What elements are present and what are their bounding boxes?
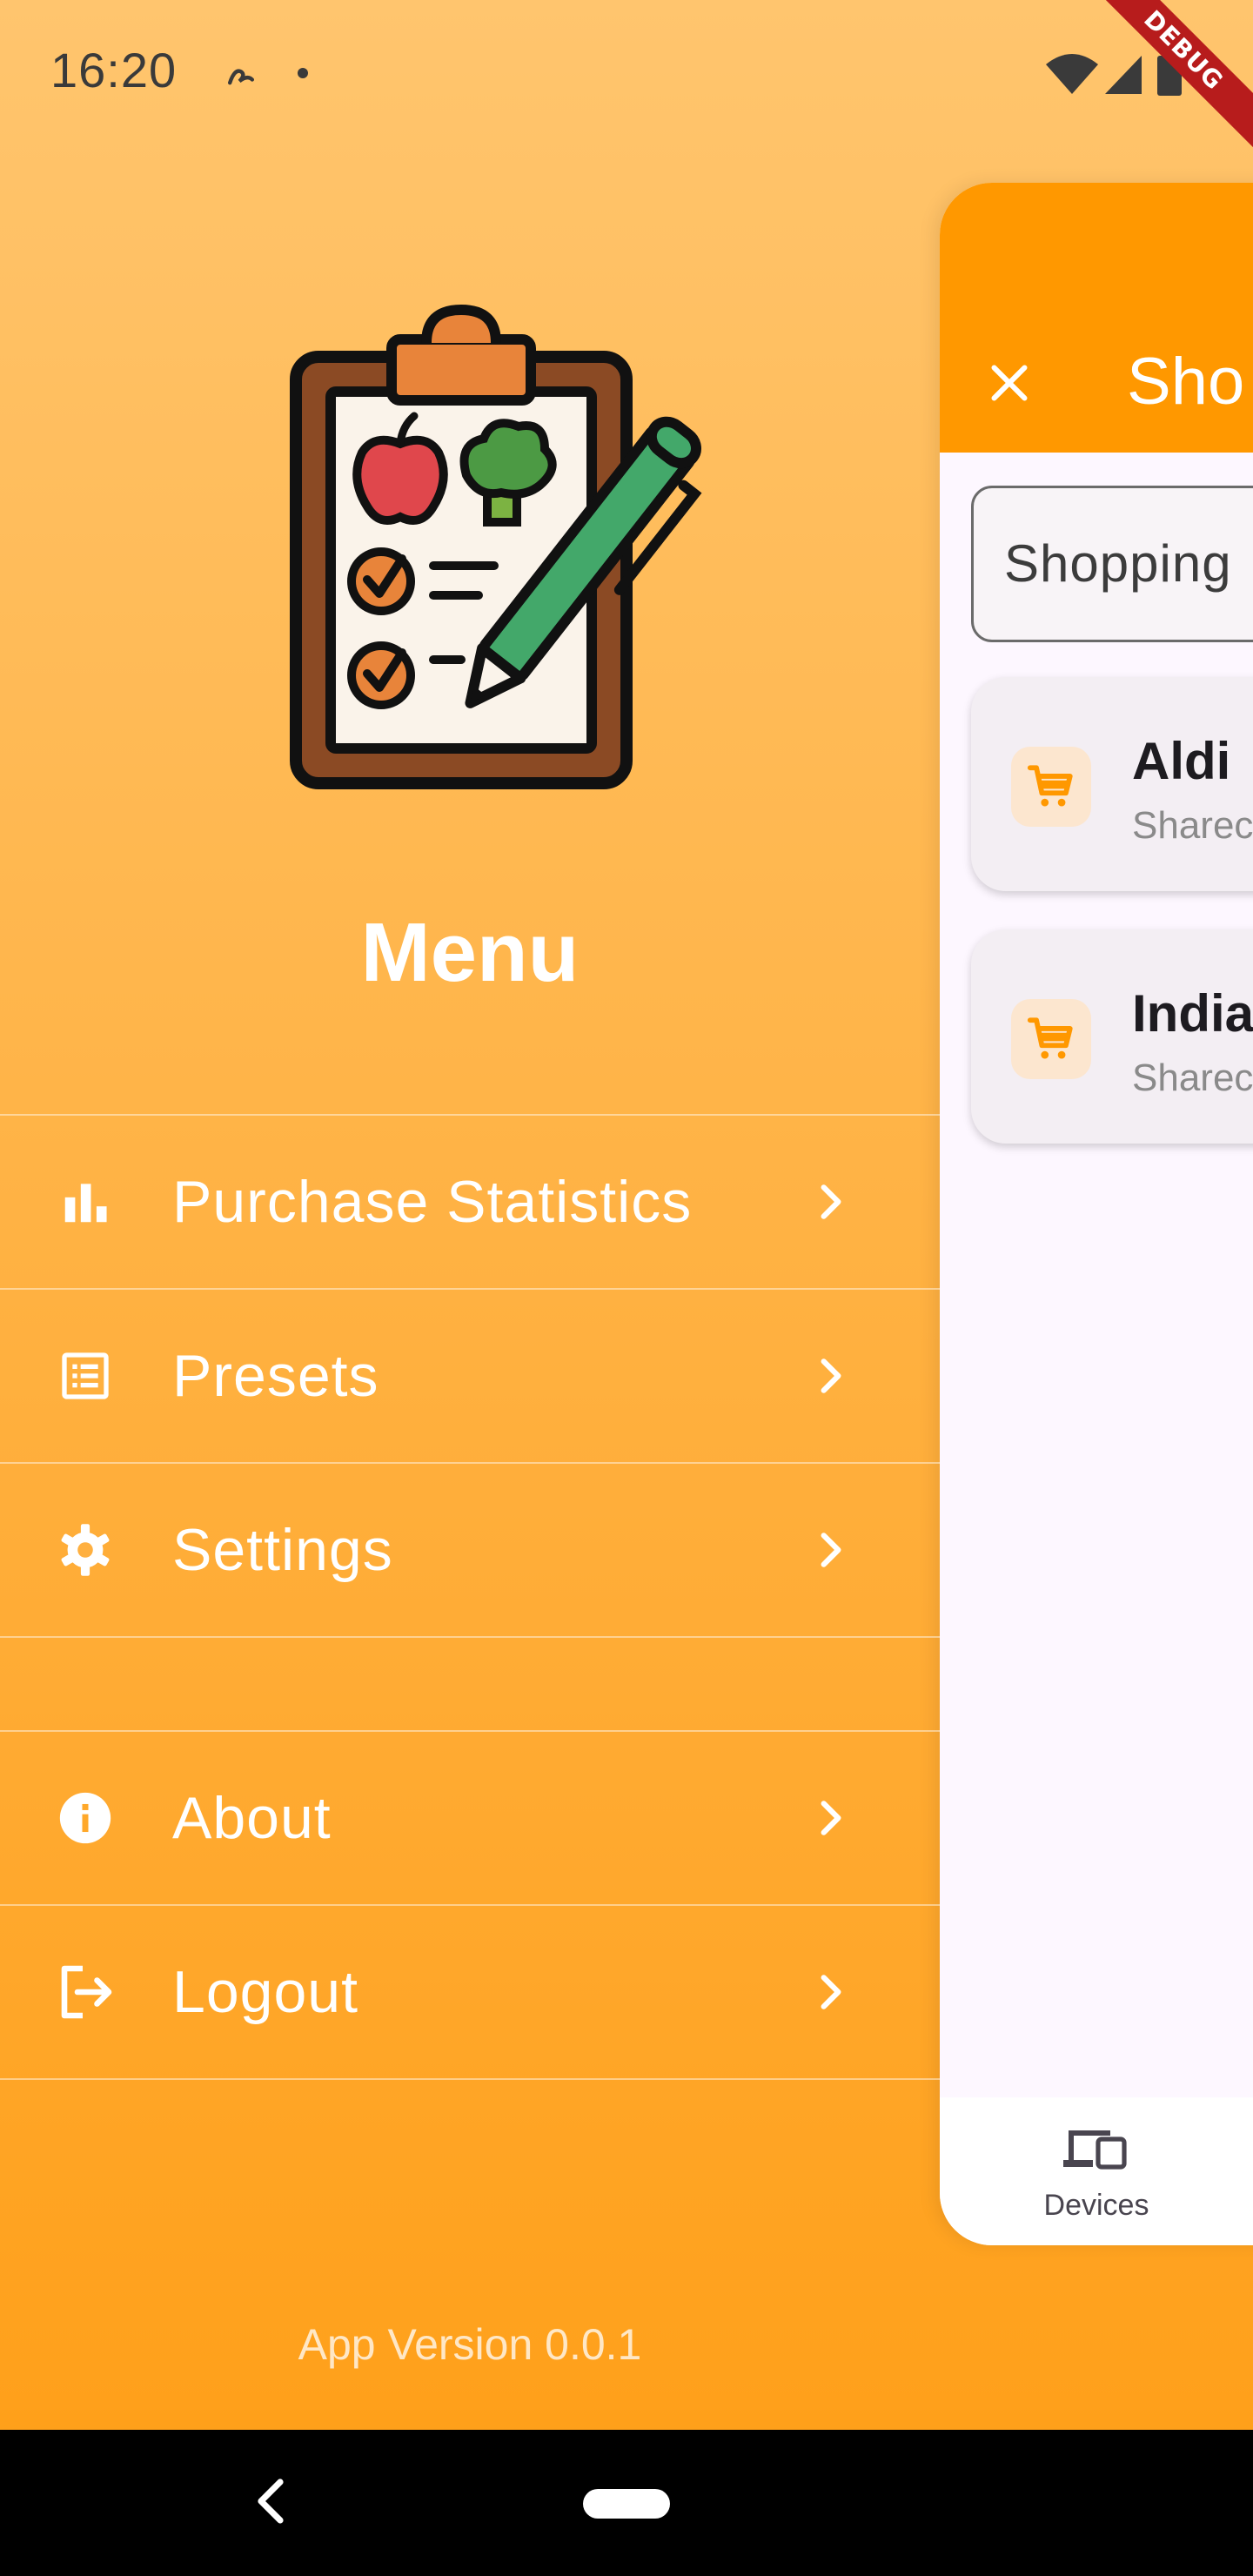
cellular-signal-icon <box>1105 56 1142 94</box>
system-navigation-bar <box>0 2430 1253 2576</box>
menu-item-presets[interactable]: Presets <box>0 1288 940 1462</box>
menu-item-label: About <box>172 1785 332 1851</box>
app-version: App Version 0.0.1 <box>298 2320 642 2369</box>
chevron-right-icon <box>821 1975 841 2009</box>
chevron-right-icon <box>821 1358 841 1393</box>
cart-icon <box>1027 765 1073 807</box>
bottom-nav-label: Devices <box>1043 2189 1149 2222</box>
cart-icon-tile <box>1011 999 1091 1079</box>
bottom-nav: Devices <box>940 2097 1253 2245</box>
bar-chart-icon <box>52 1169 118 1235</box>
menu-item-label: Settings <box>172 1517 393 1583</box>
drawer-title: Menu <box>360 906 580 999</box>
list-item-subtitle: Sharec <box>1132 1057 1253 1099</box>
app-bar: Sho <box>940 183 1253 453</box>
menu-spacer <box>0 1638 940 1730</box>
screen: 16:20 DEBUG Sho Shopping Aldi Sharec Ind… <box>0 0 1253 2430</box>
devices-icon <box>1063 2130 1127 2170</box>
chevron-right-icon <box>821 1533 841 1567</box>
search-input[interactable]: Shopping <box>971 486 1253 642</box>
list-icon <box>52 1343 118 1409</box>
drawer-menu: Purchase Statistics Presets Settings Abo… <box>0 1114 940 2080</box>
list-item-title: India <box>1132 984 1253 1043</box>
gear-icon <box>52 1517 118 1583</box>
home-pill[interactable] <box>583 2489 670 2519</box>
chevron-right-icon <box>821 1184 841 1219</box>
list-item-subtitle: Sharec <box>1132 804 1253 847</box>
page-title: Sho <box>1127 345 1245 419</box>
chevron-right-icon <box>821 1801 841 1835</box>
menu-item-label: Logout <box>172 1959 358 2025</box>
menu-item-label: Presets <box>172 1343 379 1409</box>
menu-item-label: Purchase Statistics <box>172 1169 693 1235</box>
navigation-drawer: Menu Purchase Statistics Presets Setting… <box>0 0 940 2430</box>
list-item[interactable]: Aldi Sharec <box>971 677 1253 891</box>
search-input-value: Shopping <box>1004 534 1232 593</box>
close-icon[interactable] <box>983 357 1035 409</box>
list-item-title: Aldi <box>1132 732 1231 790</box>
logout-icon <box>52 1959 118 2025</box>
cart-icon <box>1027 1017 1073 1059</box>
menu-item-settings[interactable]: Settings <box>0 1462 940 1638</box>
clipboard-logo-icon <box>290 305 702 789</box>
wifi-icon <box>1046 54 1098 94</box>
menu-item-logout[interactable]: Logout <box>0 1904 940 2080</box>
menu-item-about[interactable]: About <box>0 1730 940 1904</box>
back-icon[interactable] <box>252 2475 287 2527</box>
menu-item-purchase-statistics[interactable]: Purchase Statistics <box>0 1114 940 1288</box>
info-icon <box>52 1785 118 1851</box>
cart-icon-tile <box>1011 747 1091 827</box>
bottom-nav-item-devices[interactable]: Devices <box>940 2097 1253 2245</box>
main-page[interactable]: Sho Shopping Aldi Sharec India Sharec De… <box>940 183 1253 2245</box>
list-item[interactable]: India Sharec <box>971 929 1253 1144</box>
